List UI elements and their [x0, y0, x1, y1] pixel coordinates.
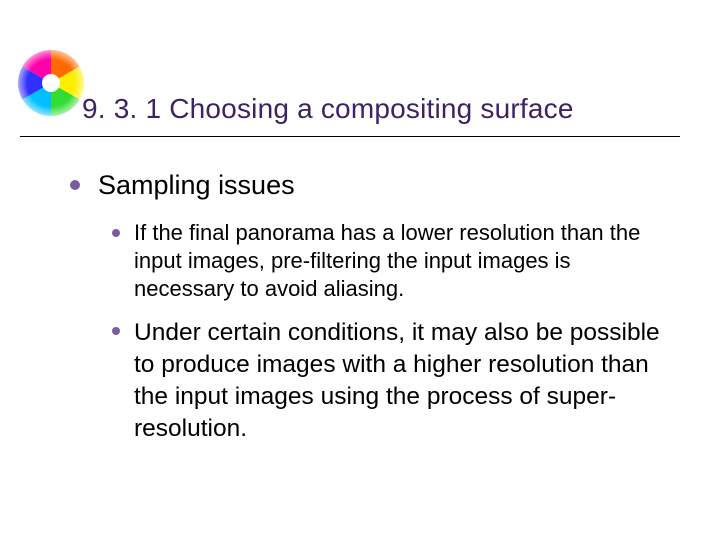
bullet-level2: Under certain conditions, it may also be… [112, 317, 660, 444]
slide: 9. 3. 1 Choosing a compositing surface S… [0, 0, 720, 540]
bullet-level2-text: Under certain conditions, it may also be… [134, 317, 660, 444]
slide-title: 9. 3. 1 Choosing a compositing surface [82, 93, 574, 125]
bullet-level1: Sampling issues [70, 168, 660, 203]
bullet-dot-icon [112, 229, 120, 237]
bullet-dot-icon [70, 180, 80, 190]
bullet-level1-text: Sampling issues [98, 168, 295, 203]
title-underline [20, 136, 680, 137]
bullet-level2-list: If the final panorama has a lower resolu… [112, 219, 660, 445]
bullet-level2-text: If the final panorama has a lower resolu… [134, 219, 660, 303]
bullet-level2: If the final panorama has a lower resolu… [112, 219, 660, 303]
bullet-dot-icon [112, 327, 120, 335]
color-wheel-icon [16, 48, 86, 118]
slide-body: Sampling issues If the final panorama ha… [70, 168, 660, 458]
